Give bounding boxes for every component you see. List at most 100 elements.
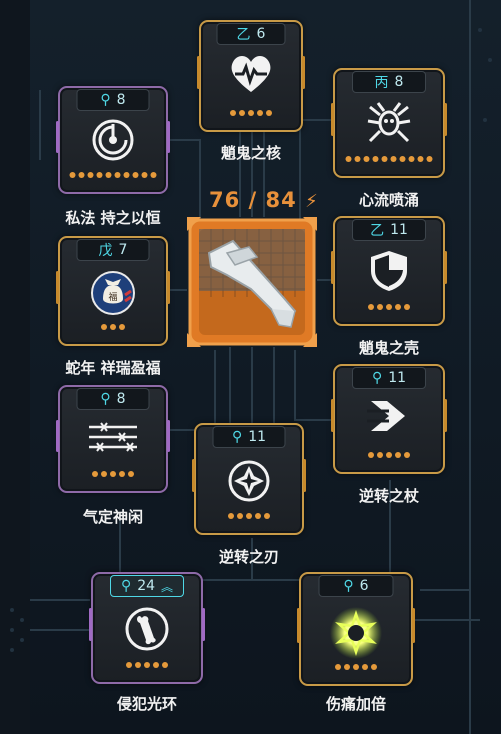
level-dot	[110, 471, 116, 477]
level-dot	[105, 172, 112, 178]
level-dot	[128, 471, 134, 477]
card-header: ⚲ 11	[212, 426, 286, 448]
card-header: 乙 11	[352, 219, 426, 241]
energy-value: 76	[209, 188, 241, 212]
bolt-icon: ⚡	[305, 191, 319, 212]
level-dot	[345, 156, 352, 162]
level-dot	[395, 452, 401, 458]
card-side-accent	[303, 458, 306, 493]
level-dot	[162, 662, 168, 668]
card-side-accent	[56, 419, 59, 452]
level-dot	[386, 304, 392, 310]
level-dot	[123, 172, 130, 178]
level-dot	[335, 664, 341, 670]
card-side-accent	[331, 399, 334, 433]
card-type-icon: ⚲	[120, 578, 132, 594]
energy-counter: 76 / 84 ⚡	[209, 188, 319, 212]
heart-pulse-icon	[229, 54, 273, 98]
card-label: 逆转之刃	[218, 548, 280, 566]
card-header: 乙6	[216, 23, 286, 45]
mod-card-private-law[interactable]: ⚲ 8	[56, 86, 170, 194]
level-dot	[404, 304, 410, 310]
level-dot	[390, 156, 397, 162]
card-side-accent	[331, 251, 334, 285]
mod-card-heart-surge[interactable]: 丙8	[331, 68, 447, 178]
blade-emblem-icon	[225, 457, 273, 509]
card-type-icon: ⚲	[231, 429, 243, 445]
card-label: 魈鬼之壳	[358, 339, 420, 357]
card-level-dots	[368, 452, 410, 458]
card-level-dots	[228, 513, 270, 519]
level-dot	[368, 304, 374, 310]
card-level-dots	[92, 471, 134, 477]
level-dot	[132, 172, 139, 178]
level-dot	[372, 156, 379, 162]
barbed-wire-icon	[85, 417, 141, 461]
mod-card-reverse-blade[interactable]: ⚲ 11	[192, 423, 306, 535]
card-cost: 24	[137, 578, 156, 594]
level-dot	[417, 156, 424, 162]
mod-card-snake-year[interactable]: 戊7 福	[56, 236, 170, 346]
arrow-right-icon	[367, 397, 411, 439]
glowing-orb-icon	[329, 606, 383, 664]
level-dot	[248, 110, 254, 116]
level-dot	[239, 110, 245, 116]
svg-text:福: 福	[108, 291, 117, 303]
mod-card-ghost-core[interactable]: 乙6	[197, 20, 305, 132]
card-header: 戊7	[76, 239, 150, 261]
level-dot	[399, 156, 406, 162]
level-dot	[371, 664, 377, 670]
level-dot	[408, 156, 415, 162]
center-item-slot[interactable]	[187, 217, 317, 347]
card-side-accent	[56, 271, 59, 305]
card-cost: 11	[248, 429, 267, 445]
card-side-accent	[302, 55, 305, 90]
level-dot	[110, 324, 116, 330]
card-label: 气定神闲	[82, 508, 144, 526]
level-dot	[362, 664, 368, 670]
card-cost: 8	[116, 391, 126, 407]
card-cost: 6	[256, 26, 266, 42]
card-side-accent	[202, 607, 205, 642]
card-side-accent	[412, 608, 415, 643]
level-dot	[344, 664, 350, 670]
spider-icon	[366, 101, 412, 149]
card-cost: 6	[359, 578, 369, 594]
bone-circle-icon	[124, 606, 170, 656]
energy-max: 84	[265, 188, 297, 212]
level-dot	[153, 662, 159, 668]
level-dot	[266, 110, 272, 116]
card-type-icon: 乙	[370, 223, 385, 239]
card-side-accent	[444, 251, 447, 285]
card-level-dots	[69, 172, 157, 178]
mod-card-reverse-staff[interactable]: ⚲ 11	[331, 364, 447, 474]
card-level-dots	[230, 110, 272, 116]
card-label: 私法 持之以恒	[65, 209, 161, 227]
timer-circle-icon	[91, 118, 135, 166]
upgrade-chevron-icon: ︽	[161, 579, 174, 594]
level-dot	[150, 172, 157, 178]
level-dot	[354, 156, 361, 162]
mod-card-invasion-aura[interactable]: ⚲ 24 ︽	[89, 572, 205, 684]
card-label: 蛇年 祥瑞盈福	[65, 359, 161, 377]
card-side-accent	[444, 399, 447, 433]
card-label: 魈鬼之核	[220, 144, 282, 162]
level-dot	[87, 172, 94, 178]
card-header: ⚲ 8	[76, 388, 150, 410]
card-type-icon: ⚲	[343, 578, 354, 594]
level-dot	[119, 471, 125, 477]
center-item-frame	[187, 217, 317, 347]
mod-card-ghost-shell[interactable]: 乙 11	[331, 216, 447, 326]
mod-card-calm-mind[interactable]: ⚲ 8	[56, 385, 170, 493]
level-dot	[246, 513, 252, 519]
card-type-icon: ⚲	[100, 92, 111, 108]
mod-card-double-pain[interactable]: ⚲ 6	[297, 572, 415, 686]
level-dot	[119, 324, 125, 330]
level-dot	[264, 513, 270, 519]
level-dot	[237, 513, 243, 519]
card-cost: 11	[388, 370, 407, 386]
card-side-accent	[89, 607, 92, 642]
level-dot	[257, 110, 263, 116]
card-level-dots	[101, 324, 125, 330]
card-level-dots	[368, 304, 410, 310]
